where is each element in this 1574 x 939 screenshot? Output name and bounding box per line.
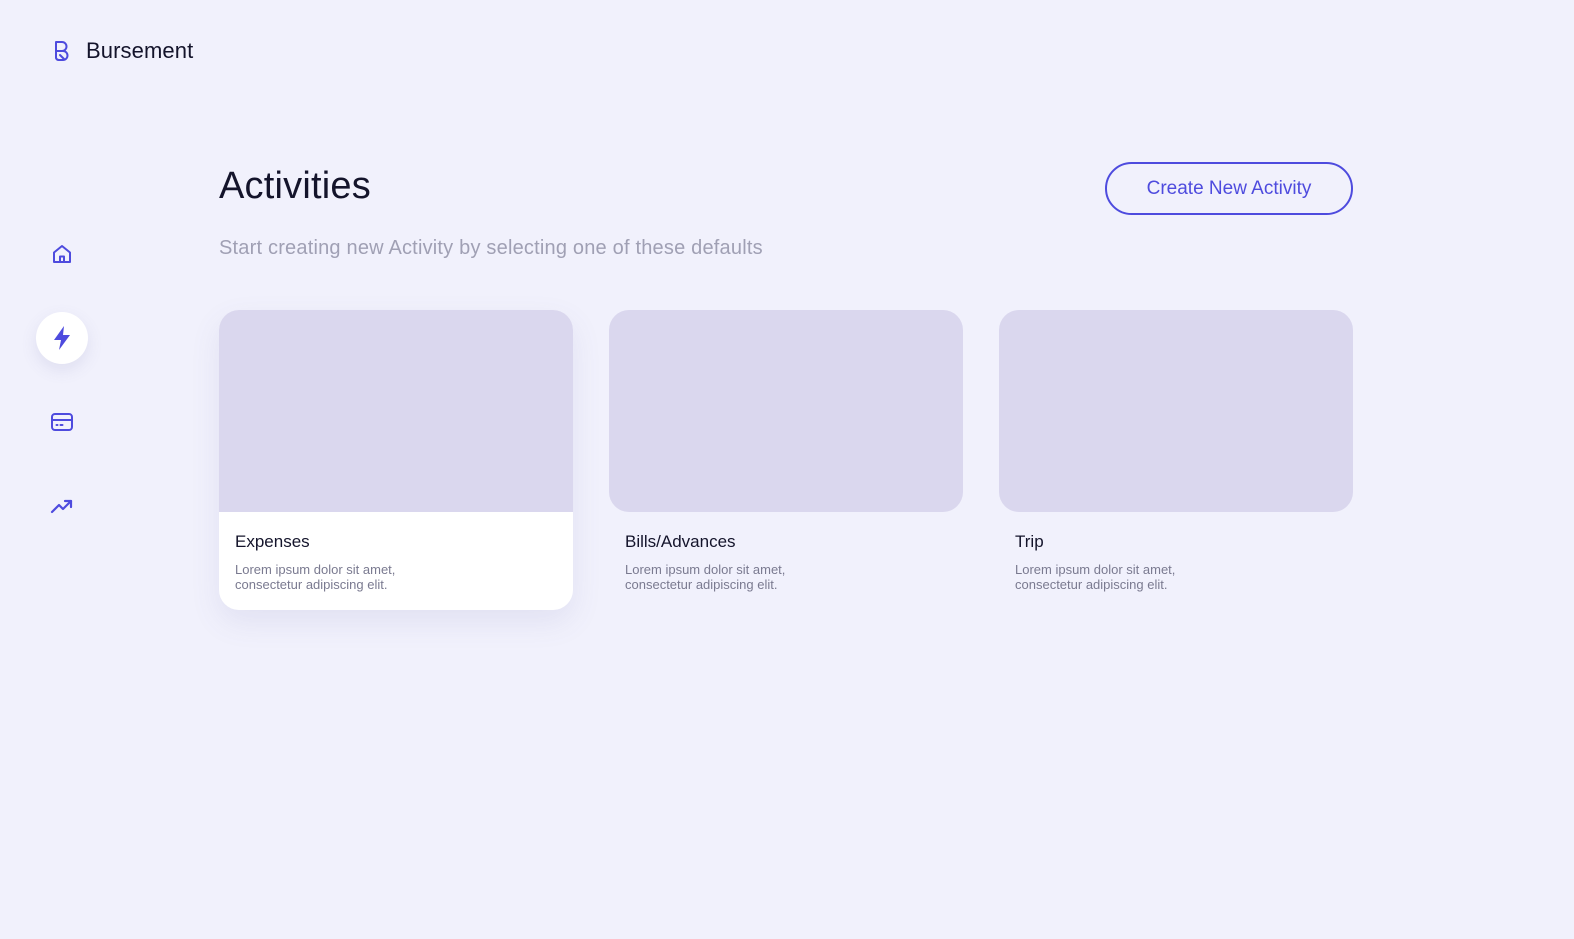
activity-cards: Expenses Lorem ipsum dolor sit amet, con…: [219, 310, 1353, 610]
page-subtitle: Start creating new Activity by selecting…: [219, 237, 763, 259]
sidebar-item-analytics[interactable]: [36, 480, 88, 532]
activity-card-expenses[interactable]: Expenses Lorem ipsum dolor sit amet, con…: [219, 310, 573, 610]
b-logo-icon: [52, 38, 72, 64]
card-description: Lorem ipsum dolor sit amet, consectetur …: [625, 562, 786, 592]
sidebar-item-cards[interactable]: [36, 396, 88, 448]
sidebar-item-home[interactable]: [36, 228, 88, 280]
card-description: Lorem ipsum dolor sit amet, consectetur …: [1015, 562, 1176, 592]
brand-name: Bursement: [86, 38, 194, 63]
card-title: Expenses: [235, 532, 310, 551]
card-title: Trip: [1015, 532, 1044, 551]
home-icon: [50, 242, 74, 266]
trending-up-icon: [50, 495, 74, 517]
card-image-placeholder: [219, 310, 573, 512]
card-title: Bills/Advances: [625, 532, 736, 551]
credit-card-icon: [50, 411, 74, 433]
create-new-activity-button[interactable]: Create New Activity: [1105, 162, 1353, 215]
brand[interactable]: Bursement: [52, 38, 193, 64]
card-description: Lorem ipsum dolor sit amet, consectetur …: [235, 562, 396, 592]
app-root: Bursement Activities Create New Activity…: [0, 0, 1574, 939]
card-image-placeholder: [609, 310, 963, 512]
lightning-icon: [51, 325, 73, 351]
activity-card-trip[interactable]: Trip Lorem ipsum dolor sit amet, consect…: [999, 310, 1353, 610]
activity-card-bills-advances[interactable]: Bills/Advances Lorem ipsum dolor sit ame…: [609, 310, 963, 610]
page-title: Activities: [219, 165, 371, 207]
card-image-placeholder: [999, 310, 1353, 512]
sidebar-item-activities[interactable]: [36, 312, 88, 364]
